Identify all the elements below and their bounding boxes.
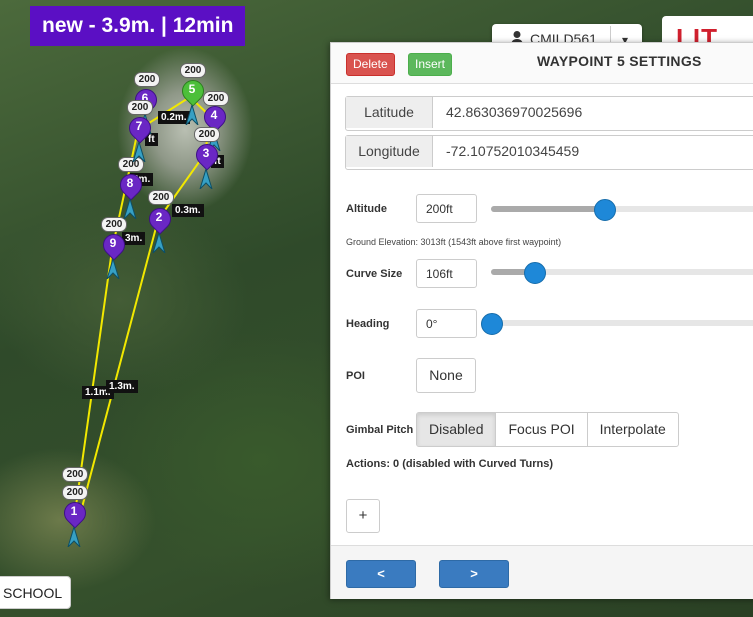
gimbal-option-focus-poi[interactable]: Focus POI xyxy=(495,413,586,446)
altitude-badge: 200 xyxy=(127,100,153,115)
waypoint-marker-1[interactable]: 1 xyxy=(59,497,91,560)
latitude-input[interactable]: 42.863036970025696 xyxy=(446,97,582,128)
panel-title: WAYPOINT 5 SETTINGS xyxy=(537,53,702,69)
panel-header: Delete Insert WAYPOINT 5 SETTINGS xyxy=(331,43,753,84)
ground-elevation-note: Ground Elevation: 3013ft (1543ft above f… xyxy=(346,237,562,247)
gimbal-pitch-label: Gimbal Pitch xyxy=(346,424,414,436)
waypoint-number: 9 xyxy=(109,236,117,250)
map-place-label: SCHOOL xyxy=(0,576,71,609)
next-waypoint-button[interactable]: > xyxy=(439,560,509,588)
drone-heading-icon xyxy=(185,105,199,125)
longitude-input[interactable]: -72.10752010345459 xyxy=(446,136,579,167)
longitude-label: Longitude xyxy=(346,136,433,167)
heading-label: Heading xyxy=(346,318,390,330)
waypoint-number: 7 xyxy=(135,119,143,133)
mission-summary-badge: new - 3.9m. | 12min xyxy=(30,6,246,46)
waypoint-marker-3[interactable]: 3 xyxy=(191,139,223,202)
altitude-badge: 200 xyxy=(62,485,88,500)
waypoint-number: 2 xyxy=(155,210,163,224)
altitude-slider-fill xyxy=(491,206,605,212)
curve-size-slider-handle[interactable] xyxy=(524,262,547,284)
segment-distance-label: 0.3m. xyxy=(172,204,204,217)
insert-waypoint-button[interactable]: Insert xyxy=(408,53,453,76)
poi-label: POI xyxy=(346,370,365,382)
curve-size-input[interactable]: 106ft xyxy=(416,259,477,288)
drone-heading-icon xyxy=(67,527,81,547)
waypoint-marker-5-selected[interactable]: 5 xyxy=(177,75,209,138)
altitude-badge: 200 xyxy=(62,467,88,482)
add-action-button[interactable]: + xyxy=(346,499,380,533)
waypoint-settings-panel: Delete Insert WAYPOINT 5 SETTINGS Latitu… xyxy=(330,42,753,599)
previous-waypoint-button[interactable]: < xyxy=(346,560,416,588)
latitude-label: Latitude xyxy=(346,97,433,128)
altitude-badge: 200 xyxy=(134,72,160,87)
waypoint-marker-2[interactable]: 2 xyxy=(144,203,176,266)
heading-slider[interactable] xyxy=(481,313,753,335)
delete-waypoint-button[interactable]: Delete xyxy=(346,53,395,76)
latitude-field[interactable]: Latitude 42.863036970025696 xyxy=(345,96,753,131)
altitude-badge: 200 xyxy=(180,63,206,78)
altitude-badge: 200 xyxy=(148,190,174,205)
gimbal-option-interpolate[interactable]: Interpolate xyxy=(586,413,678,446)
drone-heading-icon xyxy=(132,142,146,162)
altitude-label: Altitude xyxy=(346,203,387,215)
altitude-slider[interactable] xyxy=(491,199,753,221)
heading-slider-handle[interactable] xyxy=(481,313,503,335)
drone-heading-icon xyxy=(123,199,137,219)
heading-input[interactable]: 0° xyxy=(416,309,477,338)
waypoint-number: 1 xyxy=(70,504,78,518)
waypoint-marker-8[interactable]: 8 xyxy=(115,169,147,232)
waypoint-marker-9[interactable]: 9 xyxy=(98,229,130,292)
actions-summary: Actions: 0 (disabled with Curved Turns) xyxy=(346,458,553,470)
altitude-slider-handle[interactable] xyxy=(594,199,617,221)
drone-heading-icon xyxy=(199,169,213,189)
drone-heading-icon xyxy=(152,233,166,253)
gimbal-pitch-options: Disabled Focus POI Interpolate xyxy=(416,412,679,447)
curve-size-label: Curve Size xyxy=(346,268,403,280)
longitude-field[interactable]: Longitude -72.10752010345459 xyxy=(345,135,753,170)
panel-footer: < > xyxy=(331,545,753,599)
gimbal-option-disabled[interactable]: Disabled xyxy=(417,413,496,446)
waypoint-number: 3 xyxy=(202,146,210,160)
segment-distance-label: 1.3m. xyxy=(106,380,138,393)
curve-size-slider[interactable] xyxy=(491,262,753,284)
altitude-input[interactable]: 200ft xyxy=(416,194,477,223)
waypoint-number: 8 xyxy=(126,176,134,190)
poi-select-button[interactable]: None xyxy=(416,358,476,393)
drone-heading-icon xyxy=(106,259,120,279)
waypoint-marker-7[interactable]: 7 xyxy=(124,112,156,175)
waypoint-number: 5 xyxy=(188,82,196,96)
